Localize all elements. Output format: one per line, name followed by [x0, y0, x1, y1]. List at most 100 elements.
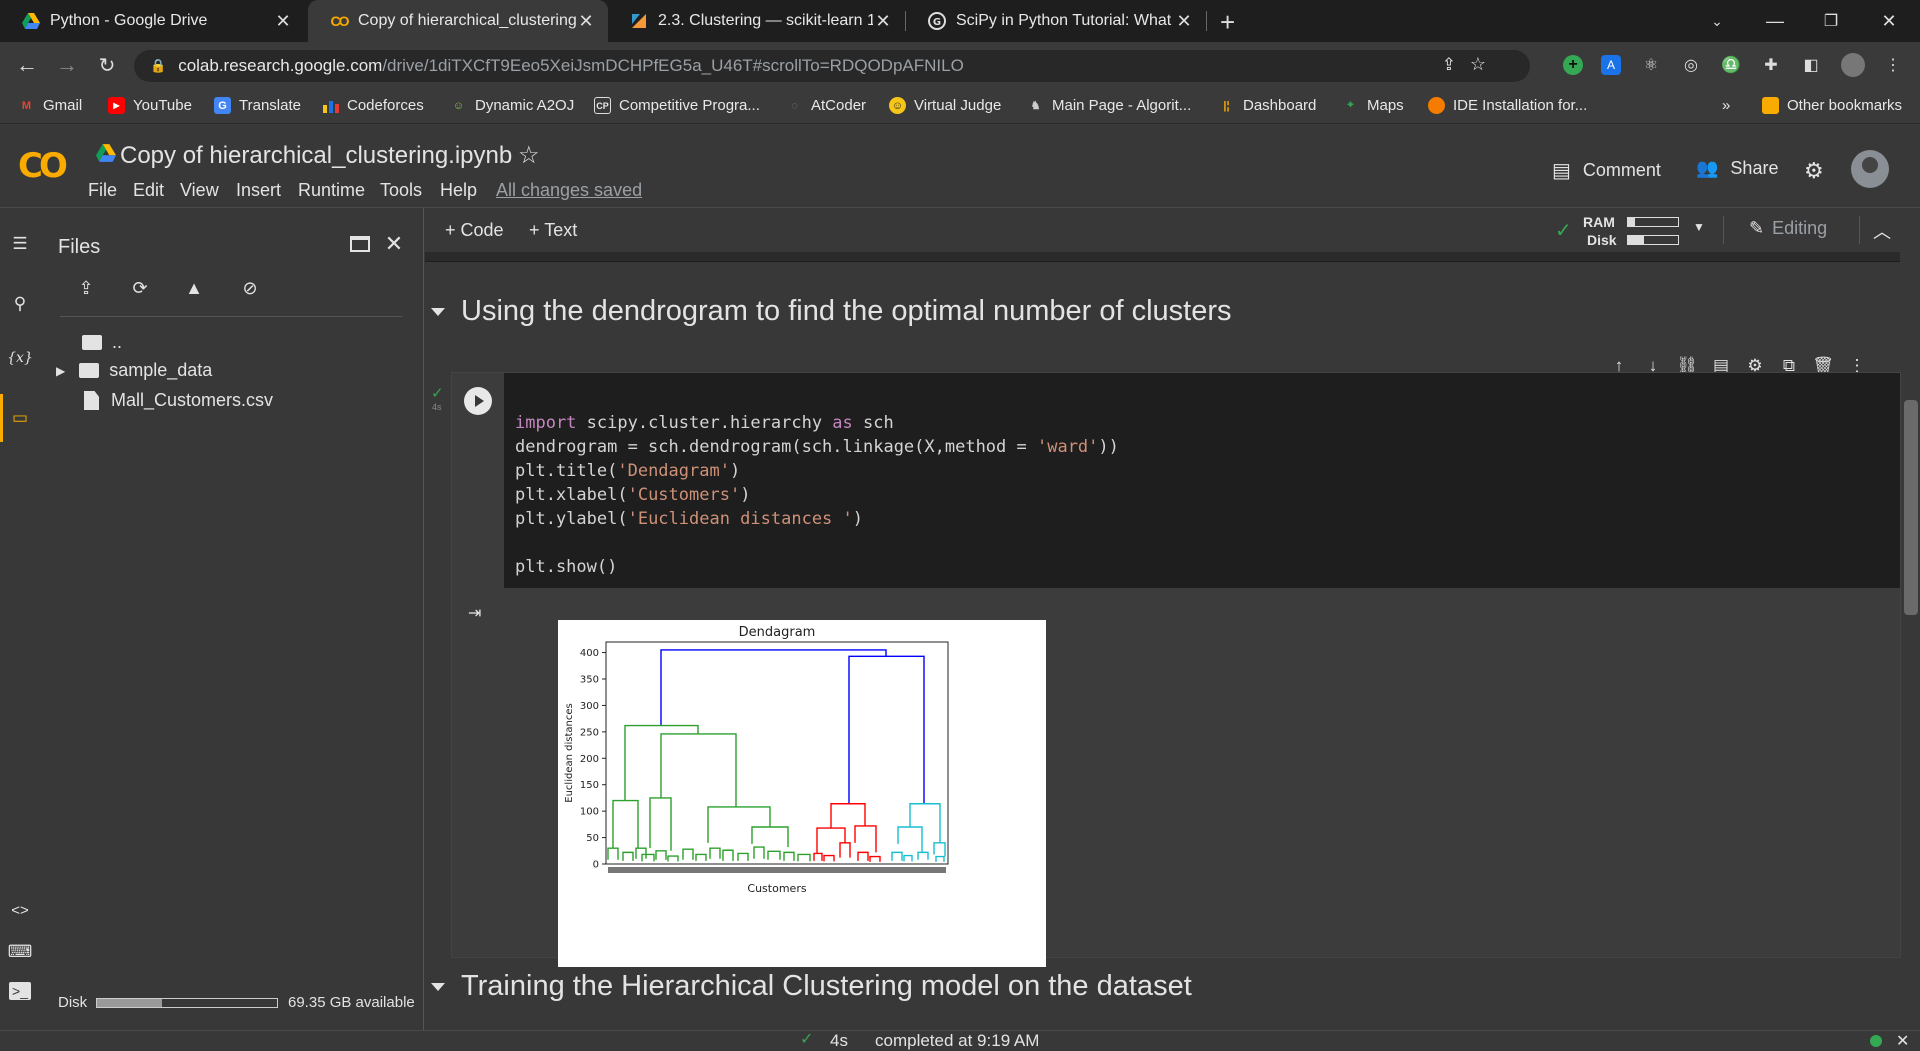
hide-files-icon[interactable]: ⊘ [236, 274, 264, 302]
profile-avatar[interactable] [1840, 52, 1866, 78]
plot-frame [605, 641, 949, 865]
algorithms-icon: ♞ [1030, 100, 1041, 112]
variables-icon[interactable]: {x} [7, 346, 33, 370]
files-folder-icon[interactable]: ▭ [8, 406, 32, 430]
address-bar[interactable]: 🔒 colab.research.google.com/drive/1diTXC… [134, 50, 1530, 82]
file-row-sample-data[interactable]: ▶ sample_data [56, 360, 212, 381]
bookmark-translate[interactable]: G Translate [214, 97, 301, 114]
expand-caret-icon[interactable]: ▶ [56, 364, 65, 378]
section-heading-dendrogram[interactable]: Using the dendrogram to find the optimal… [431, 295, 1232, 328]
menu-tools[interactable]: Tools [380, 180, 422, 201]
bookmark-dashboard[interactable]: |¦ Dashboard [1218, 97, 1316, 114]
notebook-scrollbar[interactable] [1904, 400, 1918, 615]
refresh-folder-icon[interactable]: ⟳ [126, 274, 154, 302]
collapse-section-icon[interactable] [431, 983, 445, 992]
menu-insert[interactable]: Insert [236, 180, 281, 201]
ram-label: RAM [1583, 214, 1615, 230]
section-heading-training[interactable]: Training the Hierarchical Clustering mod… [431, 970, 1192, 1003]
new-tab-button[interactable]: + [1220, 7, 1235, 38]
code-cell[interactable]: import scipy.cluster.hierarchy as sch den… [451, 372, 1901, 967]
side-panel-icon[interactable]: ◧ [1798, 52, 1824, 78]
menu-file[interactable]: File [88, 180, 117, 201]
disk-label: Disk [58, 994, 88, 1011]
y-tick-label: 50 [586, 833, 599, 844]
extension-lens-icon[interactable]: ♎ [1718, 52, 1744, 78]
close-tab-icon[interactable]: ✕ [873, 11, 893, 32]
close-status-icon[interactable]: ✕ [1896, 1031, 1909, 1051]
extension-target-icon[interactable]: ◎ [1678, 52, 1704, 78]
menu-runtime[interactable]: Runtime [298, 180, 365, 201]
settings-gear-icon[interactable]: ⚙ [1804, 158, 1824, 184]
bookmark-star-icon[interactable]: ☆ [1470, 54, 1486, 75]
window-close-icon[interactable]: ✕ [1866, 0, 1912, 42]
bookmark-atcoder[interactable]: ◌ AtCoder [786, 97, 866, 114]
close-tab-icon[interactable]: ✕ [576, 11, 596, 32]
collapse-header-icon[interactable]: ︿ [1873, 218, 1891, 244]
terminal-icon[interactable]: >_ [9, 982, 31, 1000]
colab-logo[interactable]: CO [18, 146, 68, 186]
bookmark-competitive-programming[interactable]: CP Competitive Progra... [594, 97, 760, 114]
mount-drive-icon[interactable]: ▲ [180, 274, 208, 302]
restore-icon[interactable]: ❐ [1808, 0, 1854, 42]
open-in-new-window-icon[interactable] [346, 230, 374, 258]
tab-google-drive[interactable]: Python - Google Drive ✕ [0, 0, 305, 42]
code-editor[interactable]: import scipy.cluster.hierarchy as sch den… [504, 373, 1900, 588]
disk-resource-bar[interactable] [1627, 235, 1679, 245]
x-tick-labels [608, 867, 946, 873]
output-actions-icon[interactable]: ⇥ [468, 603, 481, 623]
menu-help[interactable]: Help [440, 180, 477, 201]
bookmark-gmail[interactable]: M Gmail [18, 97, 82, 114]
minimize-icon[interactable]: — [1752, 0, 1798, 42]
add-text-button[interactable]: + Text [529, 220, 577, 241]
star-icon[interactable]: ☆ [518, 141, 540, 170]
bookmarks-overflow-button[interactable]: » [1722, 97, 1730, 114]
notebook-title[interactable]: Copy of hierarchical_clustering.ipynb [120, 142, 512, 170]
resources-dropdown-icon[interactable]: ▼ [1693, 220, 1705, 234]
close-panel-icon[interactable]: ✕ [380, 230, 408, 258]
tab-scikit-learn[interactable]: 2.3. Clustering — scikit-learn 1.1. ✕ [608, 0, 905, 42]
editing-mode-button[interactable]: ✎ Editing [1749, 218, 1827, 239]
reload-icon[interactable]: ↻ [92, 50, 122, 80]
bookmark-youtube[interactable]: ▶ YouTube [108, 97, 192, 114]
close-tab-icon[interactable]: ✕ [273, 11, 293, 32]
save-status[interactable]: All changes saved [496, 180, 642, 201]
table-of-contents-icon[interactable]: ☰ [8, 232, 32, 256]
status-text[interactable]: completed at 9:19 AM [875, 1031, 1039, 1051]
bookmark-algorithms[interactable]: ♞ Main Page - Algorit... [1027, 97, 1192, 114]
tab-colab[interactable]: CO Copy of hierarchical_clustering.ip ✕ [308, 0, 608, 42]
share-page-icon[interactable]: ⇪ [1442, 55, 1456, 75]
ram-usage-bar[interactable] [1627, 217, 1679, 227]
user-avatar[interactable] [1851, 150, 1889, 188]
bookmark-ide-installation[interactable]: IDE Installation for... [1428, 97, 1587, 114]
extension-plus-icon[interactable]: + [1560, 52, 1586, 78]
close-tab-icon[interactable]: ✕ [1174, 11, 1194, 32]
bookmark-maps[interactable]: ⌖ Maps [1342, 97, 1403, 114]
search-icon[interactable]: ⚲ [8, 292, 32, 316]
comment-button[interactable]: ▤ Comment [1552, 158, 1661, 183]
share-button[interactable]: 👥 Share [1696, 158, 1778, 179]
code-snippets-icon[interactable]: <> [8, 898, 32, 922]
extension-react-icon[interactable]: ⚛ [1638, 52, 1664, 78]
extensions-puzzle-icon[interactable]: ✚ [1758, 52, 1784, 78]
file-row-mall-customers[interactable]: Mall_Customers.csv [84, 390, 273, 411]
other-bookmarks[interactable]: Other bookmarks [1762, 97, 1902, 114]
menu-view[interactable]: View [180, 180, 219, 201]
divider [60, 316, 402, 317]
bookmark-virtual-judge[interactable]: ☺ Virtual Judge [889, 97, 1001, 114]
tab-search-icon[interactable]: ⌄ [1694, 0, 1740, 42]
bookmark-dynamic-a2oj[interactable]: ☺ Dynamic A2OJ [450, 97, 574, 114]
run-cell-button[interactable] [464, 387, 492, 415]
collapse-section-icon[interactable] [431, 308, 445, 317]
command-palette-icon[interactable]: ⌨ [8, 940, 33, 964]
extension-translate-icon[interactable]: A [1598, 52, 1624, 78]
browser-menu-icon[interactable]: ⋮ [1880, 52, 1906, 78]
youtube-icon: ▶ [108, 97, 125, 114]
bookmark-codeforces[interactable]: Codeforces [322, 97, 424, 114]
upload-file-icon[interactable]: ⇪ [72, 274, 100, 302]
menu-edit[interactable]: Edit [133, 180, 164, 201]
tab-scipy[interactable]: G SciPy in Python Tutorial: What is ✕ [906, 0, 1206, 42]
file-row-parent[interactable]: .. [82, 332, 122, 353]
forward-icon[interactable]: → [52, 50, 82, 80]
add-code-button[interactable]: + Code [445, 220, 504, 241]
back-icon[interactable]: ← [12, 50, 42, 80]
